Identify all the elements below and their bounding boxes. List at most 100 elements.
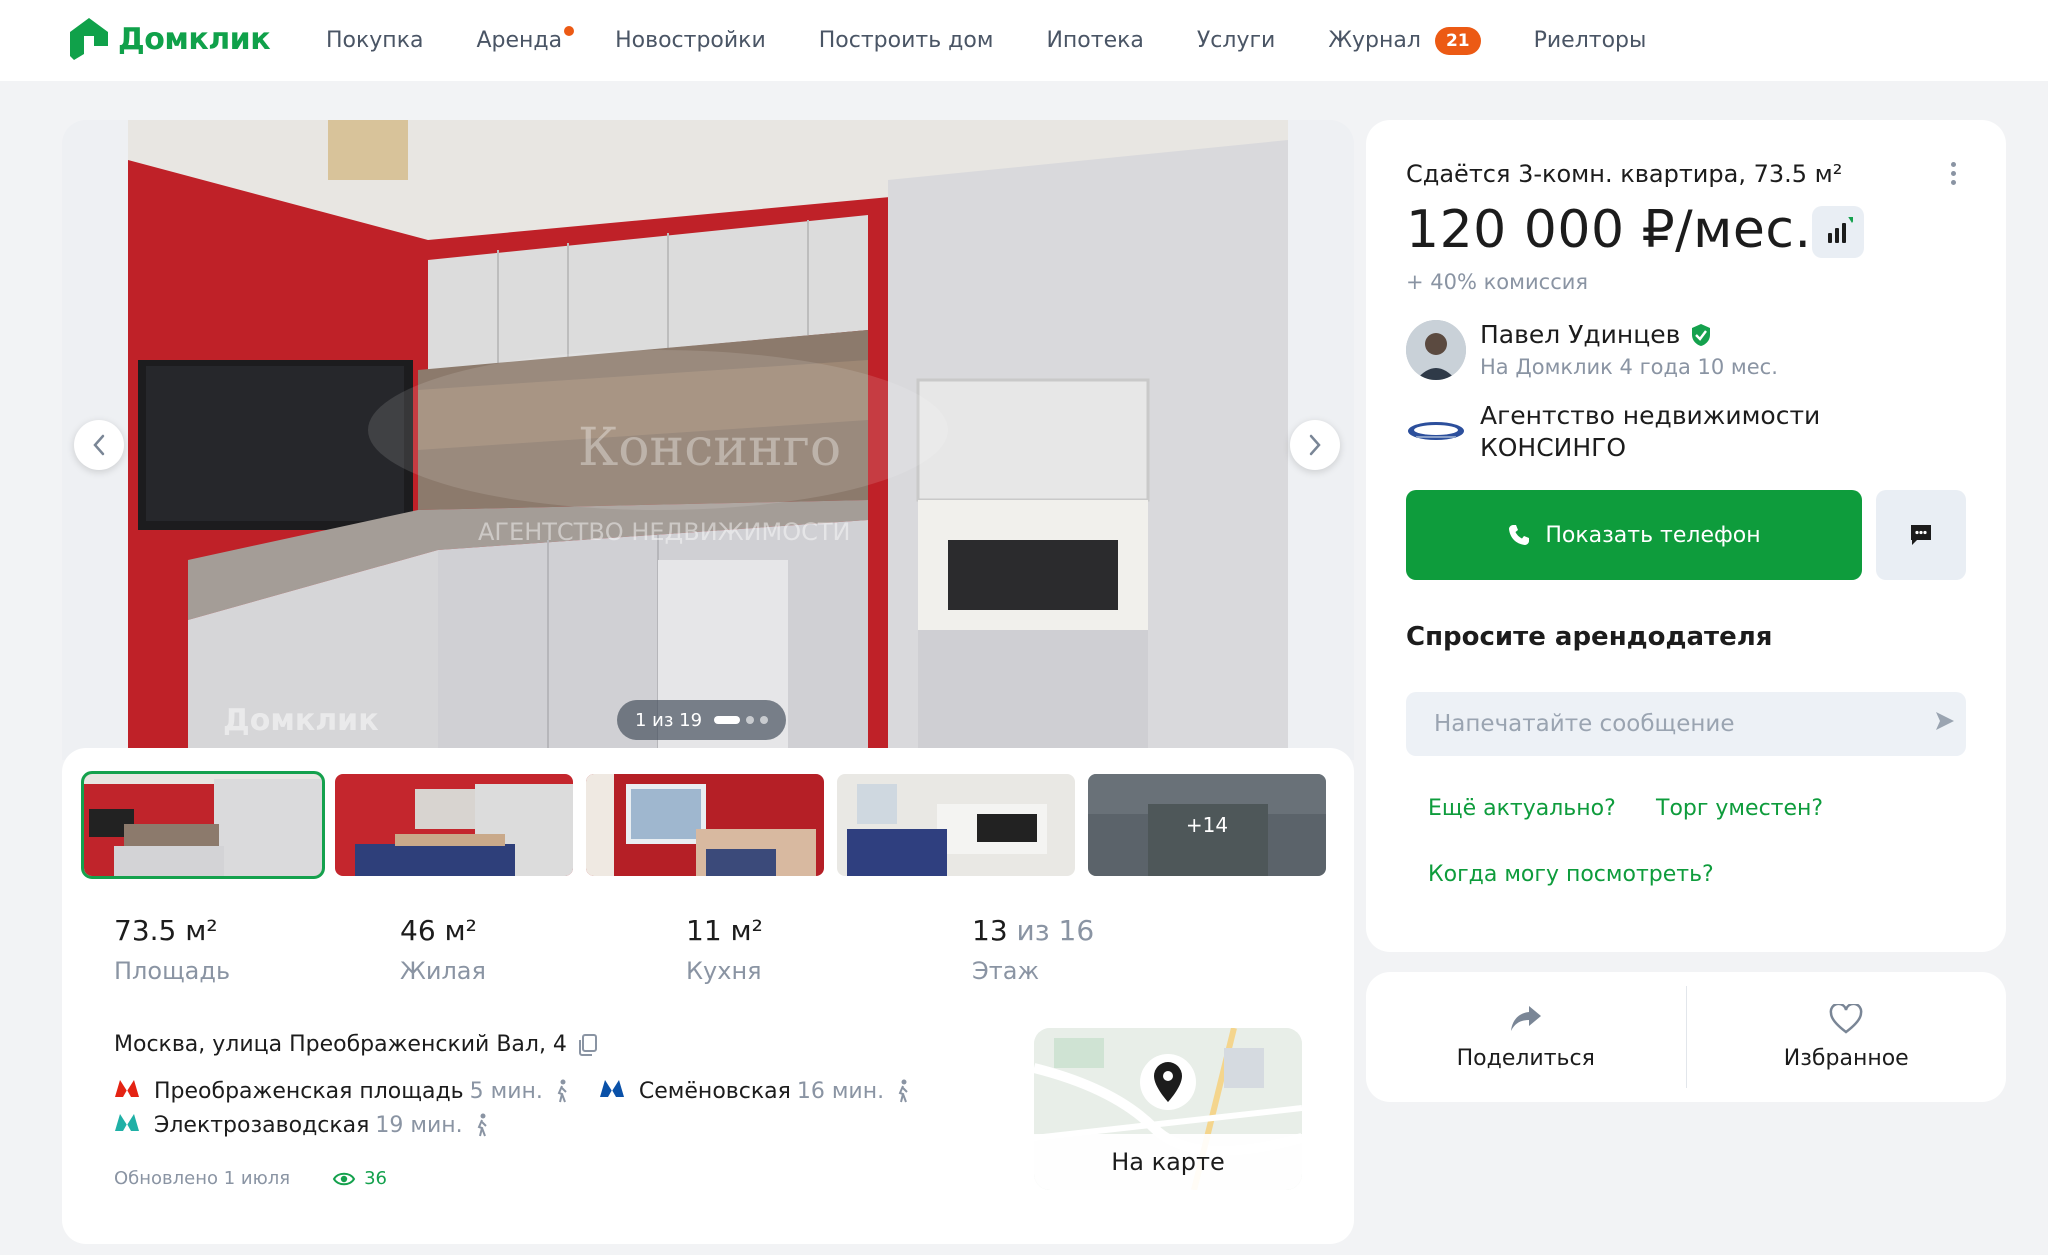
stat-floor: 13 из 16 Этаж: [972, 914, 1258, 985]
nav-label: Услуги: [1196, 28, 1276, 53]
nav-item-new-buildings[interactable]: Новостройки: [615, 28, 766, 53]
show-phone-button[interactable]: Показать телефон: [1406, 490, 1862, 580]
nav-label: Построить дом: [818, 28, 994, 53]
notification-dot: [564, 26, 575, 36]
favorite-button[interactable]: Избранное: [1687, 972, 2007, 1102]
views-count: 36: [332, 1168, 387, 1189]
stat-label: Площадь: [114, 957, 231, 985]
metro-icon: [599, 1078, 625, 1104]
next-photo-button[interactable]: [1290, 420, 1340, 470]
phone-icon: [1509, 525, 1530, 545]
metro-station-name: Электрозаводская: [154, 1112, 370, 1138]
agent-avatar: [1406, 320, 1466, 380]
photo-gallery: Консинго АГЕНТСТВО НЕДВИЖИМОСТИ Домклик: [62, 120, 1354, 760]
thumbnail[interactable]: [837, 774, 1075, 876]
floor-number: 13: [972, 914, 1008, 947]
nav-item-rent[interactable]: Аренда: [476, 26, 575, 53]
commission-text: + 40% комиссия: [1406, 270, 1589, 294]
agency-name: Агентство недвижимости КОНСИНГО: [1480, 400, 1820, 464]
stat-area: 73.5 м² Площадь: [114, 914, 400, 985]
metro-station-name: Преображенская площадь: [154, 1078, 464, 1104]
message-input[interactable]: [1406, 692, 1966, 756]
logo-text: Домклик: [118, 21, 271, 57]
thumbnail[interactable]: [586, 774, 824, 876]
quick-question-still-actual[interactable]: Ещё актуально?: [1428, 796, 1616, 821]
journal-badge: 21: [1434, 26, 1481, 55]
listing-price: 120 000 ₽/мес.: [1406, 200, 1812, 260]
main-nav: Покупка Аренда Новостройки Построить дом…: [326, 0, 1699, 81]
nav-item-buy[interactable]: Покупка: [326, 28, 423, 53]
chat-button[interactable]: [1876, 490, 1966, 580]
svg-text:Консинго: Консинго: [578, 418, 841, 478]
main-photo[interactable]: Консинго АГЕНТСТВО НЕДВИЖИМОСТИ Домклик: [128, 120, 1288, 760]
domclick-logo[interactable]: Домклик: [68, 14, 271, 64]
metro-walk-time: 5 мин.: [469, 1078, 543, 1104]
site-header: Домклик Покупка Аренда Новостройки Постр…: [0, 0, 2048, 81]
agency-name-line2: КОНСИНГО: [1480, 433, 1627, 462]
more-photos-label: +14: [1088, 774, 1326, 876]
favorite-label: Избранное: [1783, 1045, 1909, 1071]
eye-icon: [332, 1172, 356, 1185]
svg-text:АГЕНТСТВО НЕДВИЖИМОСТИ: АГЕНТСТВО НЕДВИЖИМОСТИ: [478, 518, 850, 546]
photo-counter: 1 из 19: [617, 700, 787, 740]
floor-total: из 16: [1016, 914, 1095, 947]
metro-icon: [114, 1112, 140, 1138]
updated-date: Обновлено 1 июля: [114, 1168, 291, 1189]
share-label: Поделиться: [1456, 1045, 1595, 1071]
stat-value: 46 м²: [400, 914, 477, 947]
address-line: Москва, улица Преображенский Вал, 4: [114, 1032, 599, 1057]
listing-info-card: +14 73.5 м² Площадь 46 м² Жилая 11 м² Ку…: [62, 748, 1354, 1244]
agent-name: Павел Удинцев: [1480, 320, 1681, 349]
verified-icon: [1692, 323, 1711, 346]
metro-walk-time: 19 мин.: [375, 1112, 463, 1138]
walking-icon: [557, 1079, 567, 1103]
walking-icon: [477, 1113, 487, 1137]
nav-item-realtors[interactable]: Риелторы: [1534, 28, 1647, 53]
thumbnail[interactable]: [335, 774, 573, 876]
listing-title: Сдаётся 3-комн. квартира, 73.5 м²: [1406, 160, 1843, 188]
bar-chart-icon: [1828, 217, 1853, 243]
nav-item-journal[interactable]: Журнал 21: [1328, 26, 1481, 55]
photo-pager-dots: [714, 716, 769, 724]
contact-panel: Сдаётся 3-комн. квартира, 73.5 м² 120 00…: [1366, 120, 2006, 952]
nav-label: Ипотека: [1046, 28, 1144, 53]
metro-walk-time: 16 мин.: [796, 1078, 885, 1104]
agent-info[interactable]: Павел Удинцев На Домклик 4 года 10 мес.: [1406, 320, 1778, 380]
share-button[interactable]: Поделиться: [1366, 972, 1686, 1102]
agency-info[interactable]: Агентство недвижимости КОНСИНГО: [1406, 400, 1820, 464]
prev-photo-button[interactable]: [74, 420, 124, 470]
chevron-right-icon: [1309, 434, 1321, 456]
photo-counter-text: 1 из 19: [635, 709, 703, 731]
agent-tenure: На Домклик 4 года 10 мес.: [1480, 355, 1778, 379]
thumbnail[interactable]: [81, 771, 325, 879]
heart-icon: [1829, 1003, 1863, 1034]
chat-icon: [1911, 525, 1931, 545]
more-options-icon[interactable]: [1951, 162, 1956, 189]
nav-item-build-house[interactable]: Построить дом: [819, 28, 994, 53]
nav-label: Журнал: [1328, 28, 1421, 53]
nav-item-mortgage[interactable]: Ипотека: [1046, 28, 1143, 53]
address-text: Москва, улица Преображенский Вал, 4: [114, 1032, 567, 1057]
quick-question-when-view[interactable]: Когда могу посмотреть?: [1428, 862, 1714, 887]
thumbnail-more[interactable]: +14: [1088, 774, 1326, 876]
stat-value: 73.5 м²: [114, 914, 218, 947]
price-stats-button[interactable]: [1812, 206, 1864, 258]
nav-item-services[interactable]: Услуги: [1197, 28, 1275, 53]
stat-kitchen: 11 м² Кухня: [686, 914, 972, 985]
nav-label: Покупка: [326, 28, 424, 53]
copy-icon[interactable]: [577, 1033, 599, 1057]
actions-card: Поделиться Избранное: [1366, 972, 2006, 1102]
kitchen-photo-image: Консинго АГЕНТСТВО НЕДВИЖИМОСТИ Домклик: [128, 120, 1288, 760]
stat-label: Этаж: [972, 957, 1040, 985]
update-info: Обновлено 1 июля 36: [114, 1168, 387, 1189]
nav-label: Аренда: [476, 28, 563, 53]
stat-value: 13 из 16: [972, 914, 1258, 947]
nav-label: Новостройки: [615, 28, 766, 53]
house-logo-icon: [70, 18, 108, 60]
quick-question-bargain[interactable]: Торг уместен?: [1656, 796, 1823, 821]
map-button[interactable]: На карте: [1034, 1028, 1302, 1190]
send-icon[interactable]: [1934, 710, 1956, 732]
share-arrow-icon: [1510, 1005, 1541, 1031]
svg-text:Домклик: Домклик: [223, 703, 379, 738]
metro-line: Преображенская площадь 5 мин. Семёновска…: [114, 1078, 940, 1104]
